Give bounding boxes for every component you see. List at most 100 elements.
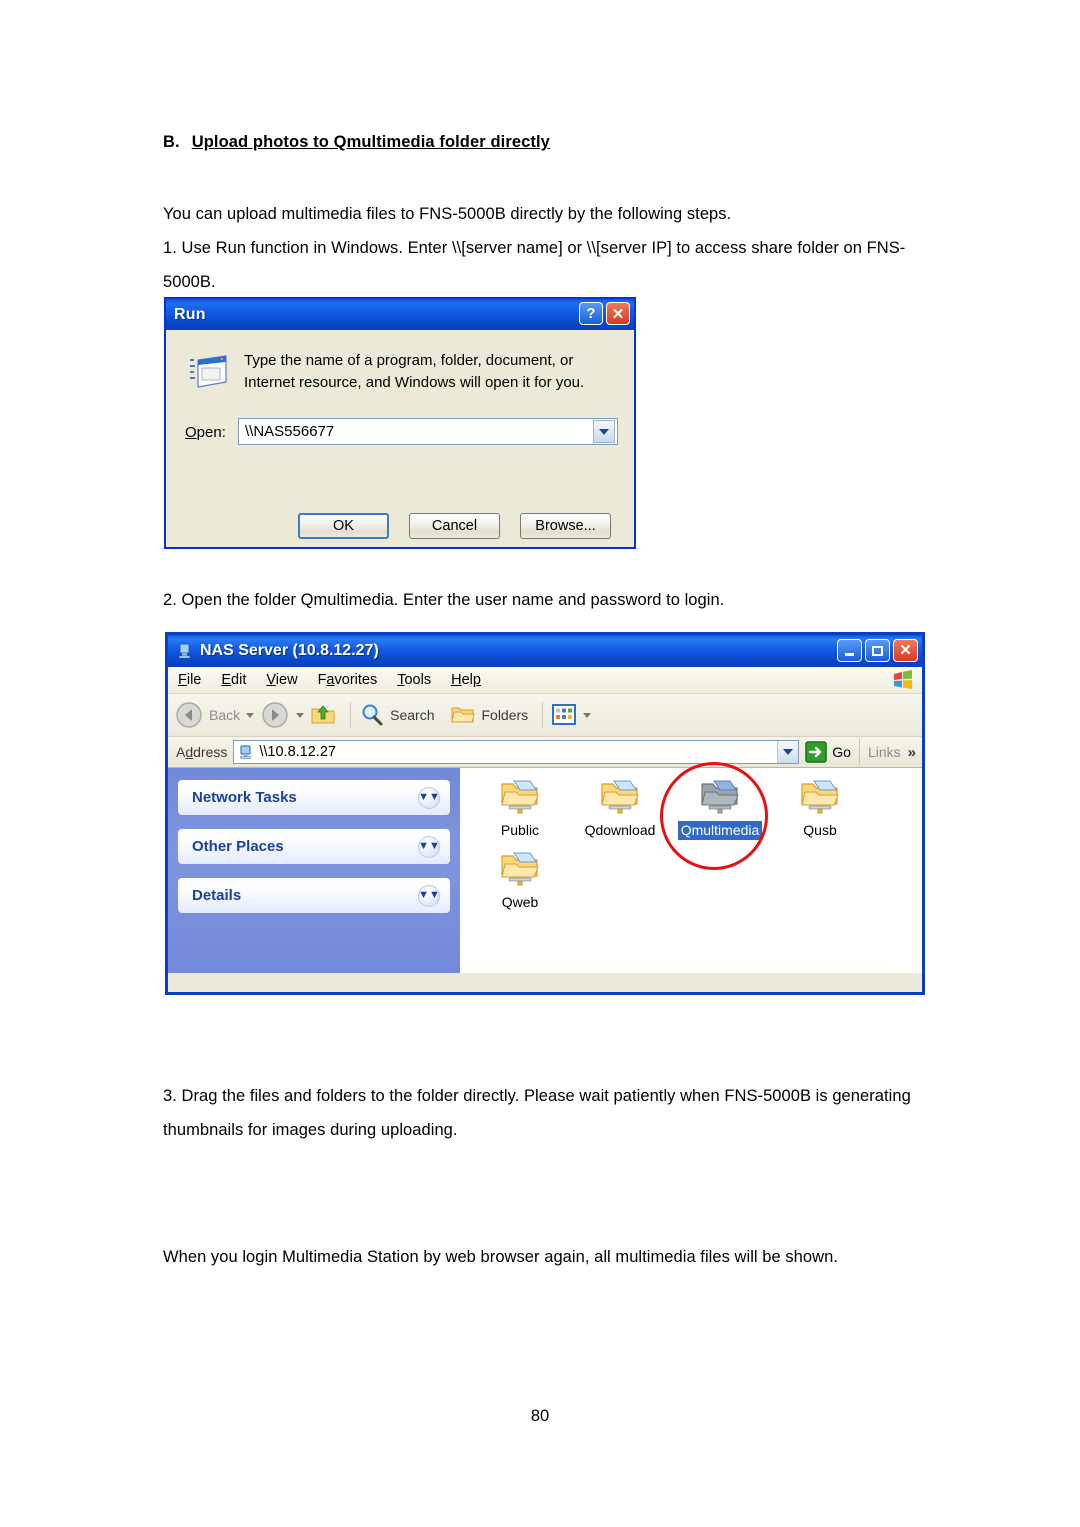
network-folder-icon	[701, 780, 739, 814]
paragraph-step-3: 3. Drag the files and folders to the fol…	[163, 1087, 911, 1139]
file-label: Qusb	[803, 822, 837, 838]
menu-item-view[interactable]: View	[266, 672, 297, 688]
paragraph-closing: When you login Multimedia Station by web…	[163, 1248, 838, 1266]
forward-arrow-icon	[262, 702, 288, 728]
help-icon[interactable]: ?	[579, 302, 603, 325]
menu-item-edit[interactable]: Edit	[221, 672, 246, 688]
network-folder-icon	[501, 780, 539, 814]
toolbar-separator-2	[542, 702, 544, 728]
explorer-toolbar: Back Search Folders	[168, 694, 922, 737]
file-label: Qdownload	[584, 822, 656, 838]
forward-dropdown-icon[interactable]	[296, 712, 305, 718]
chevron-down-icon[interactable]: ▼▼	[418, 835, 440, 858]
windows-logo-icon	[894, 670, 912, 689]
chevron-right-icon[interactable]: »	[908, 744, 916, 761]
explorer-addressbar: Address \\10.8.12.27 Go Links »	[168, 737, 922, 768]
file-label: Qweb	[501, 894, 539, 910]
explorer-titlebar: NAS Server (10.8.12.27) ✕	[168, 635, 922, 667]
run-dialog-titlebar: Run ? ✕	[166, 299, 634, 330]
menu-item-favorites[interactable]: Favorites	[318, 672, 378, 688]
views-dropdown-icon[interactable]	[583, 712, 592, 718]
back-dropdown-icon[interactable]	[246, 712, 255, 718]
list-item[interactable]: Public	[470, 778, 570, 840]
paragraph-intro: You can upload multimedia files to FNS-5…	[163, 205, 732, 223]
links-label: Links	[867, 744, 901, 760]
go-arrow-icon	[805, 741, 828, 763]
views-grid-icon	[552, 704, 577, 725]
list-item[interactable]: Qweb	[470, 850, 570, 912]
explorer-menubar: File Edit View Favorites Tools Help	[168, 667, 922, 694]
go-button-label: Go	[832, 744, 851, 760]
run-dialog-description: Type the name of a program, folder, docu…	[244, 352, 585, 391]
file-label: Public	[500, 822, 540, 838]
explorer-file-list: Public Qdownload Qmultimedia Qusb Qweb	[460, 762, 922, 973]
paragraph-step-2: 2. Open the folder Qmultimedia. Enter th…	[163, 591, 725, 609]
heading-letter: B.	[163, 133, 180, 151]
folders-icon	[451, 707, 476, 723]
sidebar-panel-details[interactable]: Details ▼▼	[178, 878, 450, 913]
chevron-down-icon[interactable]: ▼▼	[418, 884, 440, 907]
network-folder-icon	[601, 780, 639, 814]
run-dialog-buttons: OK Cancel Browse...	[298, 513, 611, 539]
back-button[interactable]: Back	[174, 700, 255, 730]
file-grid: Public Qdownload Qmultimedia Qusb Qweb	[470, 776, 922, 920]
toolbar-separator	[350, 702, 352, 728]
address-dropdown-icon[interactable]	[777, 741, 799, 763]
up-button[interactable]	[310, 702, 336, 728]
explorer-window-title: NAS Server (10.8.12.27)	[200, 642, 379, 659]
browse-button[interactable]: Browse...	[520, 513, 611, 539]
sidebar-panel-network-tasks[interactable]: Network Tasks ▼▼	[178, 780, 450, 815]
open-input-value[interactable]: \\NAS556677	[239, 423, 593, 440]
folders-button[interactable]: Folders	[450, 702, 528, 728]
paragraph-step-1: 1. Use Run function in Windows. Enter \\…	[163, 239, 906, 291]
back-button-label: Back	[209, 707, 241, 723]
sidebar-panel-title: Details	[192, 887, 242, 904]
address-value[interactable]: \\10.8.12.27	[259, 744, 777, 760]
forward-button[interactable]	[260, 700, 305, 730]
list-item[interactable]: Qdownload	[570, 778, 670, 840]
sidebar-panel-other-places[interactable]: Other Places ▼▼	[178, 829, 450, 864]
file-label: Qmultimedia	[677, 821, 763, 840]
section-heading: B. Upload photos to Qmultimedia folder di…	[163, 133, 550, 152]
list-item[interactable]: Qusb	[770, 778, 870, 840]
menu-item-file[interactable]: File	[178, 672, 201, 688]
cancel-button[interactable]: Cancel	[409, 513, 500, 539]
network-folder-icon	[801, 780, 839, 814]
up-folder-icon	[311, 705, 335, 724]
run-program-icon	[190, 355, 227, 388]
explorer-sidebar: Network Tasks ▼▼ Other Places ▼▼ Details…	[168, 768, 460, 973]
search-button[interactable]: Search	[359, 702, 434, 728]
menu-item-tools[interactable]: Tools	[397, 672, 431, 688]
heading-text: Upload photos to Qmultimedia folder dire…	[191, 133, 550, 151]
run-dialog: Run ? ✕ Type the name of a program, fold…	[164, 297, 636, 549]
views-button[interactable]	[551, 703, 592, 727]
open-combobox[interactable]: \\NAS556677	[238, 418, 618, 445]
sidebar-panel-title: Other Places	[192, 838, 284, 855]
run-dialog-title: Run	[174, 305, 206, 323]
links-bar[interactable]: Links »	[858, 739, 922, 765]
run-dialog-window-buttons: ? ✕	[579, 302, 630, 325]
back-arrow-icon	[176, 702, 202, 728]
document-page: B. Upload photos to Qmultimedia folder di…	[0, 0, 1080, 1527]
page-number: 80	[530, 1407, 550, 1425]
address-label: Address	[176, 744, 228, 760]
sidebar-panel-title: Network Tasks	[192, 789, 297, 806]
run-dialog-body: Type the name of a program, folder, docu…	[166, 330, 634, 549]
computer-icon	[240, 745, 252, 759]
folders-button-label: Folders	[481, 707, 529, 723]
chevron-down-icon[interactable]: ▼▼	[418, 786, 440, 809]
chevron-down-icon[interactable]	[593, 420, 615, 443]
menu-label-file-rest: ile	[186, 672, 202, 688]
open-field-label: Open:	[185, 424, 226, 441]
list-item-selected[interactable]: Qmultimedia	[670, 778, 770, 840]
maximize-icon[interactable]	[865, 639, 890, 662]
address-input[interactable]: \\10.8.12.27	[233, 740, 800, 764]
go-button[interactable]: Go	[799, 741, 859, 763]
close-icon[interactable]: ✕	[893, 639, 918, 662]
minimize-icon[interactable]	[837, 639, 862, 662]
search-icon	[362, 704, 383, 726]
ok-button[interactable]: OK	[298, 513, 389, 539]
close-icon[interactable]: ✕	[606, 302, 630, 325]
menu-item-help[interactable]: Help	[451, 672, 481, 688]
search-button-label: Search	[390, 707, 435, 723]
